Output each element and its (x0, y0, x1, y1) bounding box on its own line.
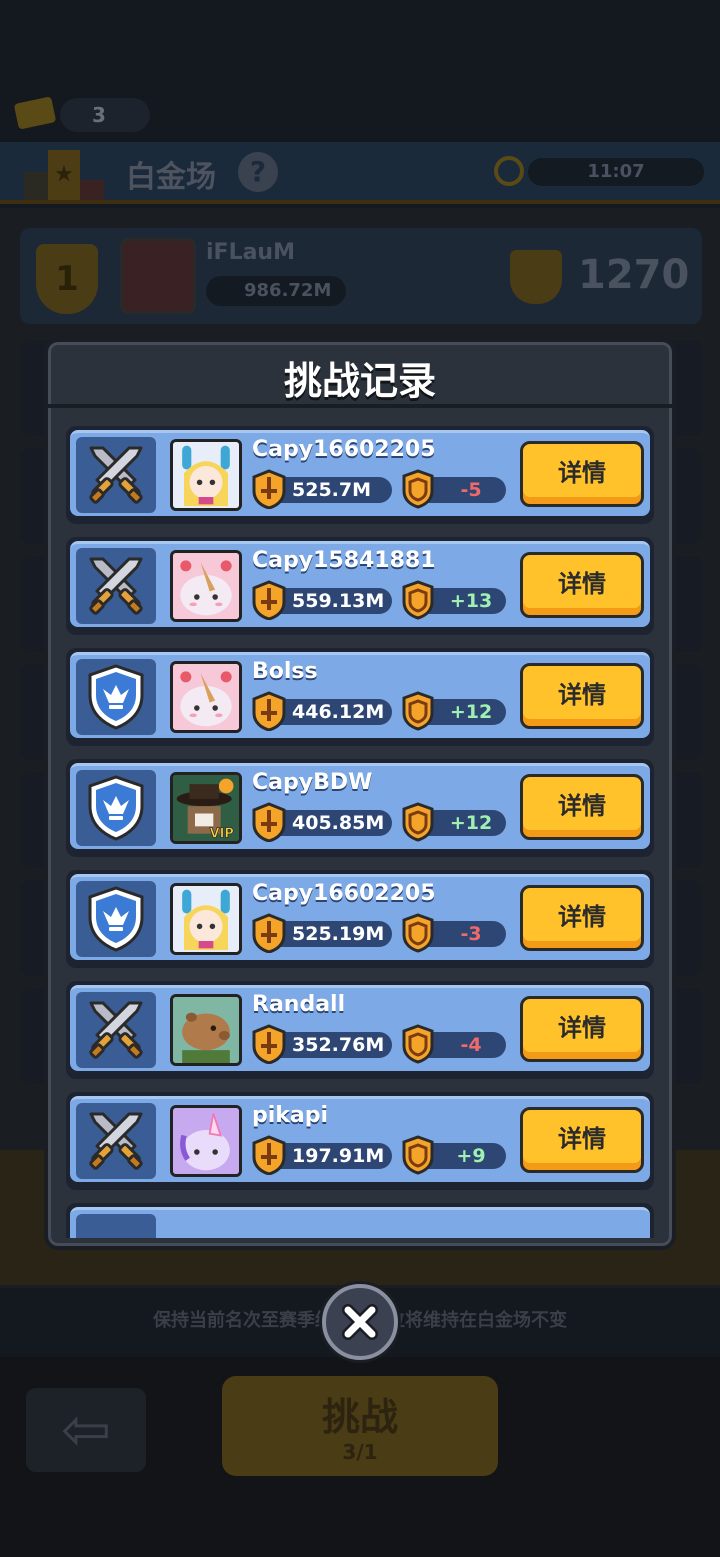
record-row: Randall 352.76M -4 详情 (66, 981, 654, 1079)
trophy-delta: +9 (456, 1145, 486, 1167)
ticket-count: 3 (60, 98, 150, 132)
player-power: 986.72M (206, 276, 346, 306)
close-button[interactable] (322, 1284, 398, 1360)
trophy-icon (402, 469, 434, 509)
crossed-swords-icon (76, 437, 156, 513)
detail-button[interactable]: 详情 (520, 552, 644, 618)
power-icon (252, 802, 286, 843)
crossed-swords-icon (76, 548, 156, 624)
player-name: Bolss (252, 659, 318, 684)
power-icon (252, 469, 286, 510)
shield-icon (76, 881, 156, 957)
rank-badge: 1 (36, 244, 98, 314)
podium-icon: ★ (24, 150, 104, 200)
record-card: pikapi 197.91M +9 详情 (70, 1096, 650, 1182)
trophy-icon (402, 1135, 434, 1175)
power-value: 525.19M (292, 923, 385, 945)
detail-button[interactable]: 详情 (520, 774, 644, 840)
detail-button[interactable]: 详情 (520, 996, 644, 1062)
challenge-label: 挑战 (321, 1395, 398, 1439)
record-card: Bolss 446.12M +12 详情 (70, 652, 650, 738)
ticket-icon (13, 96, 57, 130)
help-icon[interactable]: ? (238, 152, 278, 192)
player-name: Capy15841881 (252, 548, 436, 573)
detail-button[interactable]: 详情 (520, 663, 644, 729)
trophy-delta: -5 (460, 479, 482, 501)
record-card: VIP CapyBDW 405.85M +12 详情 (70, 763, 650, 849)
record-list[interactable]: Capy16602205 525.7M -5 详情 Capy15841881 559.13… (60, 420, 660, 1238)
player-name: Randall (252, 992, 346, 1017)
avatar[interactable] (170, 550, 242, 622)
back-button[interactable]: ⇦ (26, 1388, 146, 1472)
player-name: Capy16602205 (252, 437, 436, 462)
record-row: Capy16602205 525.7M -5 详情 (66, 426, 654, 524)
power-value: 197.91M (292, 1145, 385, 1167)
power-icon (252, 580, 286, 621)
detail-button[interactable]: 详情 (520, 885, 644, 951)
detail-button[interactable]: 详情 (520, 441, 644, 507)
trophy-delta: -3 (460, 923, 482, 945)
trophy-delta: +13 (449, 590, 493, 612)
challenge-count: 3/1 (342, 1440, 378, 1464)
close-icon (342, 1304, 378, 1340)
power-value: 405.85M (292, 812, 385, 834)
avatar[interactable] (170, 994, 242, 1066)
power-icon (252, 691, 286, 732)
record-row: Capy16602205 525.19M -3 详情 (66, 870, 654, 968)
record-row-partial (66, 1203, 654, 1238)
avatar[interactable] (170, 883, 242, 955)
avatar[interactable] (170, 1105, 242, 1177)
record-card: Capy16602205 525.19M -3 详情 (70, 874, 650, 960)
player-name: iFLauM (206, 240, 295, 265)
player-trophies: 1270 (578, 252, 690, 298)
shield-icon (76, 770, 156, 846)
power-icon (252, 913, 286, 954)
player-name: pikapi (252, 1103, 329, 1128)
avatar[interactable] (170, 661, 242, 733)
record-row: Capy15841881 559.13M +13 详情 (66, 537, 654, 635)
power-value: 559.13M (292, 590, 385, 612)
record-card: Randall 352.76M -4 详情 (70, 985, 650, 1071)
challenge-button[interactable]: 挑战 3/1 (222, 1376, 498, 1476)
svg-text:VIP: VIP (210, 826, 234, 841)
player-name: CapyBDW (252, 770, 373, 795)
stopwatch-icon (494, 156, 524, 186)
record-card: Capy15841881 559.13M +13 详情 (70, 541, 650, 627)
trophy-delta: +12 (449, 701, 493, 723)
record-row: Bolss 446.12M +12 详情 (66, 648, 654, 746)
trophy-icon (402, 1024, 434, 1064)
trophy-icon (402, 691, 434, 731)
season-timer: 11:07 (528, 158, 704, 186)
power-icon (252, 1024, 286, 1065)
dialog-title: 挑战记录 (283, 359, 436, 403)
power-value: 525.7M (292, 479, 372, 501)
avatar (120, 238, 196, 314)
power-icon (252, 1135, 286, 1176)
avatar[interactable]: VIP (170, 772, 242, 844)
trophy-delta: -4 (460, 1034, 482, 1056)
trophy-icon (402, 913, 434, 953)
power-value: 352.76M (292, 1034, 385, 1056)
avatar[interactable] (170, 439, 242, 511)
trophy-icon (402, 580, 434, 620)
record-row: VIP CapyBDW 405.85M +12 详情 (66, 759, 654, 857)
record-card: Capy16602205 525.7M -5 详情 (70, 430, 650, 516)
trophy-icon (402, 802, 434, 842)
dialog-header: 挑战记录 (48, 342, 672, 408)
record-row: pikapi 197.91M +9 详情 (66, 1092, 654, 1190)
challenge-record-dialog: 挑战记录 Capy16602205 525.7M -5 详情 Capy15841881 5… (44, 338, 676, 1250)
crossed-swords-icon (76, 992, 156, 1068)
shield-icon (76, 659, 156, 735)
arena-title: 白金场 (126, 160, 216, 195)
trophy-delta: +12 (449, 812, 493, 834)
player-name: Capy16602205 (252, 881, 436, 906)
detail-button[interactable]: 详情 (520, 1107, 644, 1173)
trophy-icon (510, 250, 562, 304)
power-value: 446.12M (292, 701, 385, 723)
crossed-swords-icon (76, 1103, 156, 1179)
